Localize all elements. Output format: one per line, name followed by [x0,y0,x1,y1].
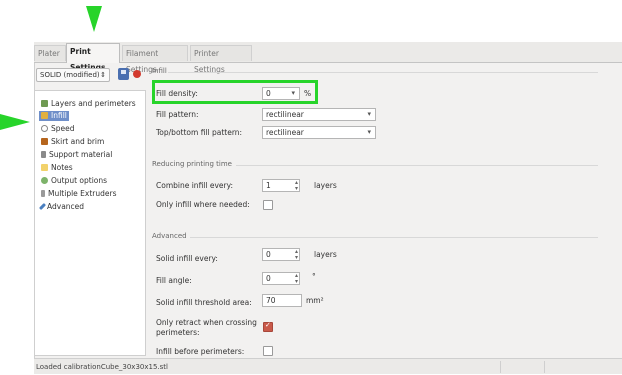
sidebar-item-label: Infill [51,111,67,120]
sidebar-item-label: Notes [51,163,73,172]
annotation-arrow-right [0,114,30,130]
solid-threshold-input[interactable]: 70 [262,294,302,307]
chevron-down-icon[interactable]: ▾ [367,127,371,138]
combine-infill-input[interactable]: 1 ▴ ▾ [262,179,300,192]
layers-icon [41,100,48,107]
only-retract-label: Only retract when crossing [156,318,257,327]
sidebar-item-output-options[interactable]: Output options [41,176,107,186]
wrench-icon [38,202,47,211]
sidebar-item-label: Speed [51,124,75,133]
solid-threshold-unit: mm² [306,296,324,305]
infill-before-perimeters-checkbox[interactable] [263,346,273,356]
infill-before-perimeters-label: Infill before perimeters: [156,347,245,356]
status-text: Loaded calibrationCube_30x30x15.stl [36,363,168,371]
tab-filament-settings[interactable]: Filament Settings [122,45,188,74]
group-divider [168,72,598,73]
tab-printer-settings[interactable]: Printer Settings [190,45,252,74]
sidebar-item-skirt-and-brim[interactable]: Skirt and brim [41,137,104,147]
notes-icon [41,164,48,171]
solid-infill-every-label: Solid infill every: [156,254,218,263]
sidebar-item-support-material[interactable]: Support material [41,150,112,160]
sidebar-item-layers-and-perimeters[interactable]: Layers and perimeters [41,99,136,109]
fill-pattern-select[interactable]: rectilinear ▾ [262,108,376,121]
solid-infill-every-unit: layers [314,250,337,259]
status-bar: Loaded calibrationCube_30x30x15.stl [34,358,622,374]
infill-icon [41,112,48,119]
sidebar-item-notes[interactable]: Notes [41,163,73,173]
tab-bar: Plater Print Settings Filament Settings … [34,42,622,74]
combine-infill-unit: layers [314,181,337,190]
top-bottom-pattern-select[interactable]: rectilinear ▾ [262,126,376,139]
fill-angle-label: Fill angle: [156,276,192,285]
settings-page-list: Layers and perimeters Infill Speed Skirt… [34,90,146,356]
sidebar-item-label: Multiple Extruders [48,189,117,198]
save-preset-button[interactable] [118,68,129,80]
sidebar-item-multiple-extruders[interactable]: Multiple Extruders [41,189,117,199]
support-icon [41,151,46,158]
annotation-arrow-down [86,6,102,32]
sidebar-item-advanced[interactable]: Advanced [38,202,85,212]
combine-infill-label: Combine infill every: [156,181,234,190]
status-divider [544,361,545,373]
group-title-advanced: Advanced [152,232,187,240]
chevron-down-icon[interactable]: ▾ [367,109,371,120]
sidebar-item-infill[interactable]: Infill [39,111,69,121]
group-title-reducing: Reducing printing time [152,160,232,168]
delete-preset-button[interactable] [133,70,141,78]
only-retract-checkbox[interactable] [263,321,273,332]
only-retract-label-cont: perimeters: [156,328,200,337]
sidebar-item-label: Output options [51,176,108,185]
solid-infill-every-value: 0 [266,250,271,259]
speed-icon [41,125,48,132]
fill-pattern-label: Fill pattern: [156,110,199,119]
top-bottom-pattern-label: Top/bottom fill pattern: [156,128,243,137]
extruder-icon [41,190,45,197]
tab-print-settings[interactable]: Print Settings [66,43,120,72]
only-where-needed-checkbox[interactable] [263,200,273,210]
fill-angle-unit: ° [312,272,316,281]
annotation-highlight-box [152,80,318,104]
solid-infill-every-input[interactable]: 0 ▴ ▾ [262,248,300,261]
skirt-icon [41,138,48,145]
group-title-infill: Infill [152,67,167,75]
fill-angle-value: 0 [266,274,271,283]
combine-infill-value: 1 [266,181,271,190]
only-where-needed-label: Only infill where needed: [156,200,250,209]
solid-threshold-value: 70 [266,296,276,305]
spinner-arrows-icon[interactable]: ▴ ▾ [295,249,298,261]
top-bottom-pattern-value: rectilinear [266,128,304,137]
sidebar-item-label: Skirt and brim [51,137,105,146]
solid-threshold-label: Solid infill threshold area: [156,298,252,307]
sidebar-item-label: Support material [49,150,113,159]
preset-select[interactable]: SOLID (modified) ⇕ [36,68,110,82]
preset-value: SOLID (modified) [40,71,100,79]
fill-angle-input[interactable]: 0 ▴ ▾ [262,272,300,285]
spinner-arrows-icon[interactable]: ▴ ▾ [295,180,298,192]
sidebar-item-label: Layers and perimeters [51,99,136,108]
fill-pattern-value: rectilinear [266,110,304,119]
sidebar-item-label: Advanced [47,202,85,211]
sidebar-item-speed[interactable]: Speed [41,124,75,134]
group-divider [236,165,598,166]
group-divider [190,237,598,238]
output-icon [41,177,48,184]
status-divider [500,361,501,373]
chevron-updown-icon: ⇕ [100,71,106,79]
tab-plater[interactable]: Plater [34,45,66,61]
spinner-arrows-icon[interactable]: ▴ ▾ [295,273,298,285]
